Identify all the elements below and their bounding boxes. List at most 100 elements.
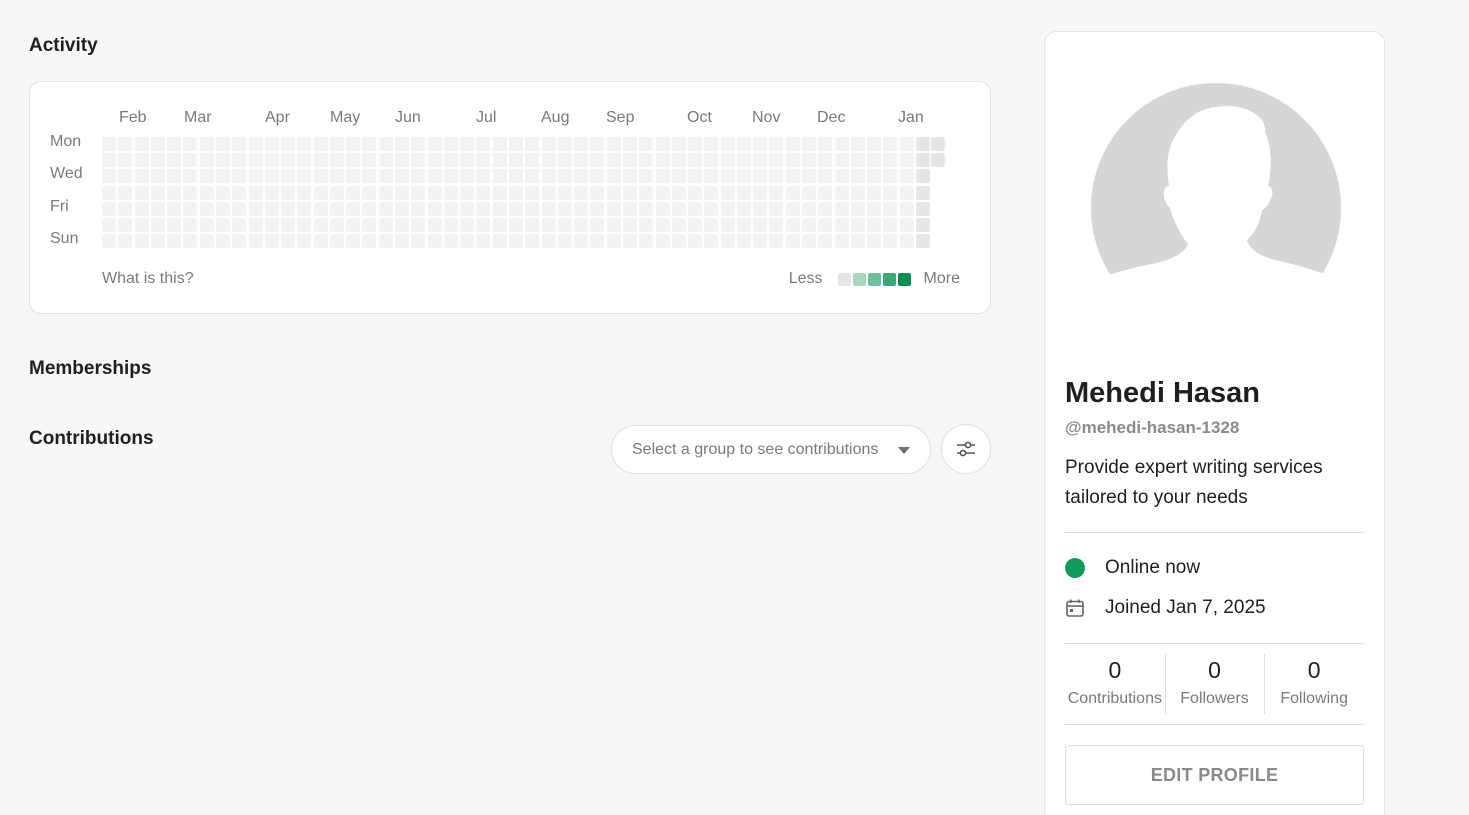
- group-select-dropdown[interactable]: Select a group to see contributions: [611, 425, 931, 474]
- heatmap-cell[interactable]: [509, 234, 523, 249]
- heatmap-cell[interactable]: [118, 137, 133, 151]
- heatmap-cell[interactable]: [867, 218, 882, 232]
- heatmap-cell[interactable]: [102, 218, 116, 232]
- heatmap-cell[interactable]: [329, 218, 344, 232]
- heatmap-cell[interactable]: [460, 185, 475, 200]
- heatmap-cell[interactable]: [785, 218, 800, 232]
- heatmap-cell[interactable]: [395, 169, 410, 184]
- heatmap-cell[interactable]: [118, 218, 133, 232]
- heatmap-cell[interactable]: [818, 137, 833, 151]
- heatmap-cell[interactable]: [297, 153, 312, 168]
- heatmap-cell[interactable]: [411, 218, 426, 232]
- heatmap-cell[interactable]: [753, 153, 768, 168]
- heatmap-cell[interactable]: [427, 153, 442, 168]
- heatmap-cell[interactable]: [704, 234, 719, 249]
- heatmap-cell[interactable]: [346, 185, 361, 200]
- heatmap-cell[interactable]: [850, 169, 865, 184]
- heatmap-cell[interactable]: [248, 234, 263, 249]
- stat-following[interactable]: 0 Following: [1264, 654, 1364, 714]
- heatmap-cell[interactable]: [460, 153, 475, 168]
- heatmap-cell[interactable]: [378, 137, 393, 151]
- heatmap-cell[interactable]: [622, 137, 637, 151]
- heatmap-cell[interactable]: [557, 218, 572, 232]
- heatmap-cell[interactable]: [199, 201, 214, 216]
- heatmap-cell[interactable]: [720, 234, 735, 249]
- heatmap-cell[interactable]: [688, 185, 703, 200]
- heatmap-cell[interactable]: [248, 169, 263, 184]
- heatmap-cell[interactable]: [509, 201, 523, 216]
- heatmap-cell[interactable]: [655, 234, 670, 249]
- heatmap-cell[interactable]: [411, 137, 426, 151]
- heatmap-cell[interactable]: [818, 234, 833, 249]
- heatmap-cell[interactable]: [883, 218, 898, 232]
- heatmap-cell[interactable]: [785, 169, 800, 184]
- heatmap-cell[interactable]: [102, 201, 116, 216]
- heatmap-cell[interactable]: [150, 218, 165, 232]
- heatmap-cell[interactable]: [525, 185, 540, 200]
- heatmap-cell[interactable]: [411, 234, 426, 249]
- heatmap-cell[interactable]: [867, 201, 882, 216]
- heatmap-cell[interactable]: [427, 234, 442, 249]
- heatmap-cell[interactable]: [525, 201, 540, 216]
- heatmap-cell[interactable]: [215, 153, 230, 168]
- heatmap-cell[interactable]: [167, 201, 182, 216]
- heatmap-cell[interactable]: [232, 137, 247, 151]
- heatmap-cell[interactable]: [460, 218, 475, 232]
- heatmap-cell[interactable]: [834, 153, 849, 168]
- heatmap-cell[interactable]: [688, 218, 703, 232]
- heatmap-cell[interactable]: [688, 169, 703, 184]
- heatmap-cell[interactable]: [150, 234, 165, 249]
- heatmap-cell[interactable]: [704, 169, 719, 184]
- heatmap-cell[interactable]: [525, 153, 540, 168]
- heatmap-cell[interactable]: [899, 153, 914, 168]
- heatmap-cell[interactable]: [199, 137, 214, 151]
- heatmap-cell[interactable]: [574, 234, 589, 249]
- heatmap-cell[interactable]: [850, 137, 865, 151]
- heatmap-cell[interactable]: [232, 234, 247, 249]
- heatmap-cell[interactable]: [281, 185, 296, 200]
- heatmap-cell[interactable]: [134, 234, 149, 249]
- heatmap-cell[interactable]: [346, 218, 361, 232]
- heatmap-cell[interactable]: [281, 137, 296, 151]
- heatmap-cell[interactable]: [671, 218, 686, 232]
- heatmap-cell[interactable]: [655, 169, 670, 184]
- heatmap-cell[interactable]: [167, 169, 182, 184]
- heatmap-cell[interactable]: [785, 153, 800, 168]
- heatmap-cell[interactable]: [313, 169, 328, 184]
- heatmap-cell[interactable]: [671, 234, 686, 249]
- heatmap-cell[interactable]: [395, 218, 410, 232]
- heatmap-cell[interactable]: [639, 234, 654, 249]
- heatmap-cell[interactable]: [720, 201, 735, 216]
- heatmap-cell[interactable]: [574, 185, 589, 200]
- heatmap-cell[interactable]: [102, 137, 116, 151]
- heatmap-cell[interactable]: [639, 218, 654, 232]
- heatmap-cell[interactable]: [167, 153, 182, 168]
- heatmap-cell[interactable]: [834, 137, 849, 151]
- heatmap-cell[interactable]: [167, 234, 182, 249]
- heatmap-cell[interactable]: [639, 137, 654, 151]
- heatmap-cell[interactable]: [688, 234, 703, 249]
- heatmap-cell[interactable]: [883, 153, 898, 168]
- heatmap-cell[interactable]: [916, 185, 930, 200]
- heatmap-cell[interactable]: [802, 185, 817, 200]
- heatmap-cell[interactable]: [606, 201, 621, 216]
- heatmap-cell[interactable]: [476, 218, 491, 232]
- heatmap-cell[interactable]: [232, 218, 247, 232]
- heatmap-cell[interactable]: [753, 234, 768, 249]
- heatmap-cell[interactable]: [215, 234, 230, 249]
- heatmap-cell[interactable]: [329, 153, 344, 168]
- heatmap-cell[interactable]: [134, 153, 149, 168]
- heatmap-cell[interactable]: [736, 234, 751, 249]
- what-is-this-link[interactable]: What is this?: [102, 270, 194, 288]
- heatmap-cell[interactable]: [362, 137, 377, 151]
- heatmap-cell[interactable]: [850, 234, 865, 249]
- heatmap-cell[interactable]: [509, 185, 523, 200]
- heatmap-cell[interactable]: [492, 218, 507, 232]
- heatmap-cell[interactable]: [215, 169, 230, 184]
- heatmap-cell[interactable]: [590, 169, 605, 184]
- heatmap-cell[interactable]: [736, 218, 751, 232]
- heatmap-cell[interactable]: [736, 153, 751, 168]
- heatmap-cell[interactable]: [606, 169, 621, 184]
- heatmap-cell[interactable]: [346, 169, 361, 184]
- heatmap-cell[interactable]: [802, 218, 817, 232]
